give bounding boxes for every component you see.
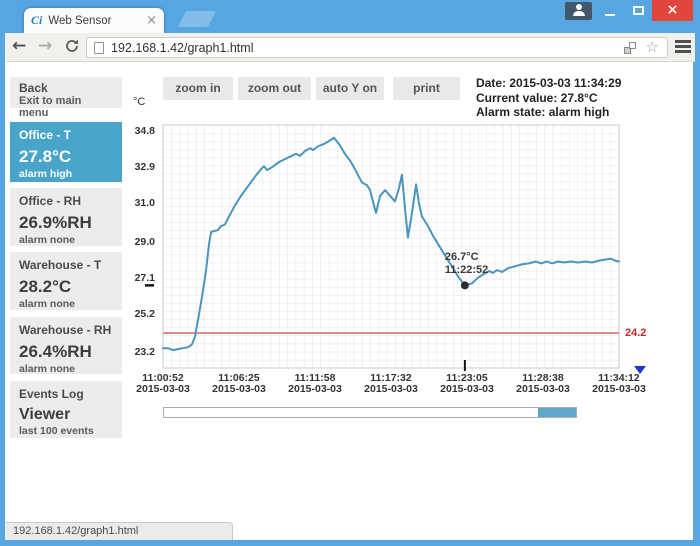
y-axis-marker-tick xyxy=(145,284,154,287)
x-tick-label: 11:34:122015-03-03 xyxy=(587,373,651,395)
position-marker-icon xyxy=(634,366,646,374)
x-tick-label: 11:00:522015-03-03 xyxy=(131,373,195,395)
y-tick-label: 34.8 xyxy=(123,125,155,137)
x-tick-label: 11:28:382015-03-03 xyxy=(511,373,575,395)
point-tooltip: 26.7°C 11:22:52 xyxy=(445,251,488,277)
chart-scrollbar-thumb[interactable] xyxy=(538,408,576,417)
y-tick-label: 32.9 xyxy=(123,161,155,173)
tooltip-time: 11:22:52 xyxy=(445,264,488,277)
x-tick-label: 11:06:252015-03-03 xyxy=(207,373,271,395)
chart-plot-area[interactable] xyxy=(163,125,619,368)
x-tick-label: 11:17:322015-03-03 xyxy=(359,373,423,395)
x-tick-label: 11:11:582015-03-03 xyxy=(283,373,347,395)
tooltip-value: 26.7°C xyxy=(445,251,488,264)
y-tick-label: 23.2 xyxy=(123,346,155,358)
x-tick-label: 11:23:052015-03-03 xyxy=(435,373,499,395)
chart-scrollbar-track[interactable] xyxy=(163,407,577,418)
y-tick-label: 25.2 xyxy=(123,308,155,320)
y-tick-label: 27.1 xyxy=(123,272,155,284)
y-tick-label: 31.0 xyxy=(123,197,155,209)
browser-window: Ci Web Sensor × × ← → 192.168.1.42/graph… xyxy=(0,0,700,546)
status-bar: 192.168.1.42/graph1.html xyxy=(5,522,233,540)
y-tick-label: 29.0 xyxy=(123,236,155,248)
alarm-threshold-label: 24.2 xyxy=(625,327,646,339)
